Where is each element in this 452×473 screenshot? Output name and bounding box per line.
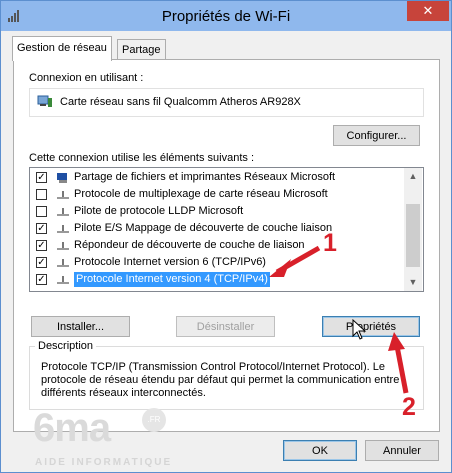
list-item[interactable]: ✓ Partage de fichiers et imprimantes Rés…: [30, 169, 404, 186]
list-item-label: Répondeur de découverte de couche de lia…: [74, 239, 305, 251]
list-item-label: Protocole Internet version 6 (TCP/IPv6): [74, 256, 266, 268]
list-item[interactable]: Protocole de multiplexage de carte résea…: [30, 186, 404, 203]
description-line: différents réseaux interconnectés.: [41, 387, 206, 399]
uninstall-button[interactable]: Désinstaller: [176, 316, 275, 337]
protocol-icon: [57, 191, 69, 199]
adapter-name: Carte réseau sans fil Qualcomm Atheros A…: [60, 96, 301, 108]
window-title: Propriétés de Wi-Fi: [161, 8, 291, 25]
annotation-step-1: 1: [323, 229, 337, 257]
properties-window: Propriétés de Wi-Fi ✕ Gestion de réseau …: [0, 0, 452, 473]
list-item-selected[interactable]: ✓ Protocole Internet version 4 (TCP/IPv4…: [30, 271, 404, 288]
watermark-logo: 6ma: [33, 406, 111, 450]
cancel-button[interactable]: Annuler: [365, 440, 439, 461]
network-client-icon: [57, 173, 67, 183]
protocol-icon: [57, 276, 69, 284]
title-bar[interactable]: Propriétés de Wi-Fi ✕: [1, 1, 451, 31]
list-item-label: Pilote E/S Mappage de découverte de couc…: [74, 222, 333, 234]
description-line: Protocole TCP/IP (Transmission Control P…: [41, 361, 385, 373]
close-button[interactable]: ✕: [407, 1, 449, 21]
list-item-label: Pilote de protocole LLDP Microsoft: [74, 205, 244, 217]
close-icon: ✕: [422, 3, 434, 18]
list-item-label: Protocole Internet version 4 (TCP/IPv4): [74, 272, 270, 287]
protocol-icon: [57, 208, 69, 216]
protocol-icon: [57, 259, 69, 267]
description-text: Protocole TCP/IP (Transmission Control P…: [41, 361, 416, 400]
list-item-label: Partage de fichiers et imprimantes Résea…: [74, 171, 336, 183]
checkbox-checked[interactable]: ✓: [36, 172, 47, 183]
list-item[interactable]: ✓ Pilote E/S Mappage de découverte de co…: [30, 220, 404, 237]
tab-partage[interactable]: Partage: [117, 39, 166, 60]
watermark-badge: .FR: [142, 408, 166, 432]
network-adapter-icon: [37, 95, 52, 107]
protocol-icon: [57, 242, 69, 250]
list-item-label: Protocole de multiplexage de carte résea…: [74, 188, 328, 200]
checkbox-checked[interactable]: ✓: [36, 240, 47, 251]
scrollbar[interactable]: ▲ ▼: [404, 168, 422, 291]
ok-button[interactable]: OK: [283, 440, 357, 461]
scroll-up-icon[interactable]: ▲: [404, 168, 422, 185]
scroll-down-icon[interactable]: ▼: [404, 274, 422, 291]
scroll-thumb[interactable]: [406, 204, 420, 267]
checkbox-unchecked[interactable]: [36, 189, 47, 200]
annotation-step-2: 2: [402, 393, 416, 421]
components-label: Cette connexion utilise les éléments sui…: [29, 152, 255, 164]
list-item[interactable]: ✓ Protocole Internet version 6 (TCP/IPv6…: [30, 254, 404, 271]
protocol-icon: [57, 225, 69, 233]
install-button[interactable]: Installer...: [31, 316, 130, 337]
watermark-tagline: AIDE INFORMATIQUE: [35, 457, 173, 468]
checkbox-checked[interactable]: ✓: [36, 223, 47, 234]
properties-button[interactable]: Propriétés: [322, 316, 420, 337]
list-item[interactable]: Pilote de protocole LLDP Microsoft: [30, 203, 404, 220]
adapter-box: Carte réseau sans fil Qualcomm Atheros A…: [29, 88, 424, 117]
tab-gestion-reseau[interactable]: Gestion de réseau: [12, 36, 112, 61]
configure-button[interactable]: Configurer...: [333, 125, 420, 146]
checkbox-unchecked[interactable]: [36, 206, 47, 217]
checkbox-checked[interactable]: ✓: [36, 257, 47, 268]
connection-label: Connexion en utilisant :: [29, 72, 144, 84]
list-item[interactable]: ✓ Répondeur de découverte de couche de l…: [30, 237, 404, 254]
description-title: Description: [35, 340, 97, 352]
description-line: protocole de réseau étendu par défaut qu…: [41, 374, 400, 386]
components-list[interactable]: ✓ Partage de fichiers et imprimantes Rés…: [29, 167, 424, 292]
checkbox-checked[interactable]: ✓: [36, 274, 47, 285]
